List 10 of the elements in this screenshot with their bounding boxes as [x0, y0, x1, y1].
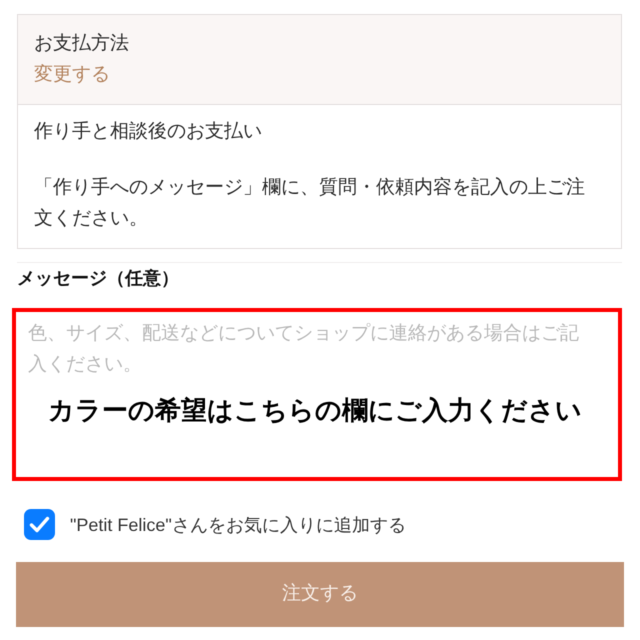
- order-button[interactable]: 注文する: [16, 562, 624, 627]
- change-link[interactable]: 変更する: [34, 59, 110, 90]
- favorite-label: "Petit Felice"さんをお気に入りに追加する: [70, 514, 406, 536]
- payment-note-text: 「作り手へのメッセージ」欄に、質問・依頼内容を記入の上ご注文ください。: [34, 176, 586, 231]
- payment-method-text: 作り手と相談後のお支払い: [34, 120, 262, 144]
- payment-title: お支払方法: [34, 32, 129, 56]
- checkbox[interactable]: [24, 509, 55, 540]
- annotation-text: カラーの希望はこちらの欄にご入力ください: [48, 394, 582, 426]
- message-label: メッセージ（任意）: [17, 267, 179, 290]
- check-icon: [29, 516, 50, 533]
